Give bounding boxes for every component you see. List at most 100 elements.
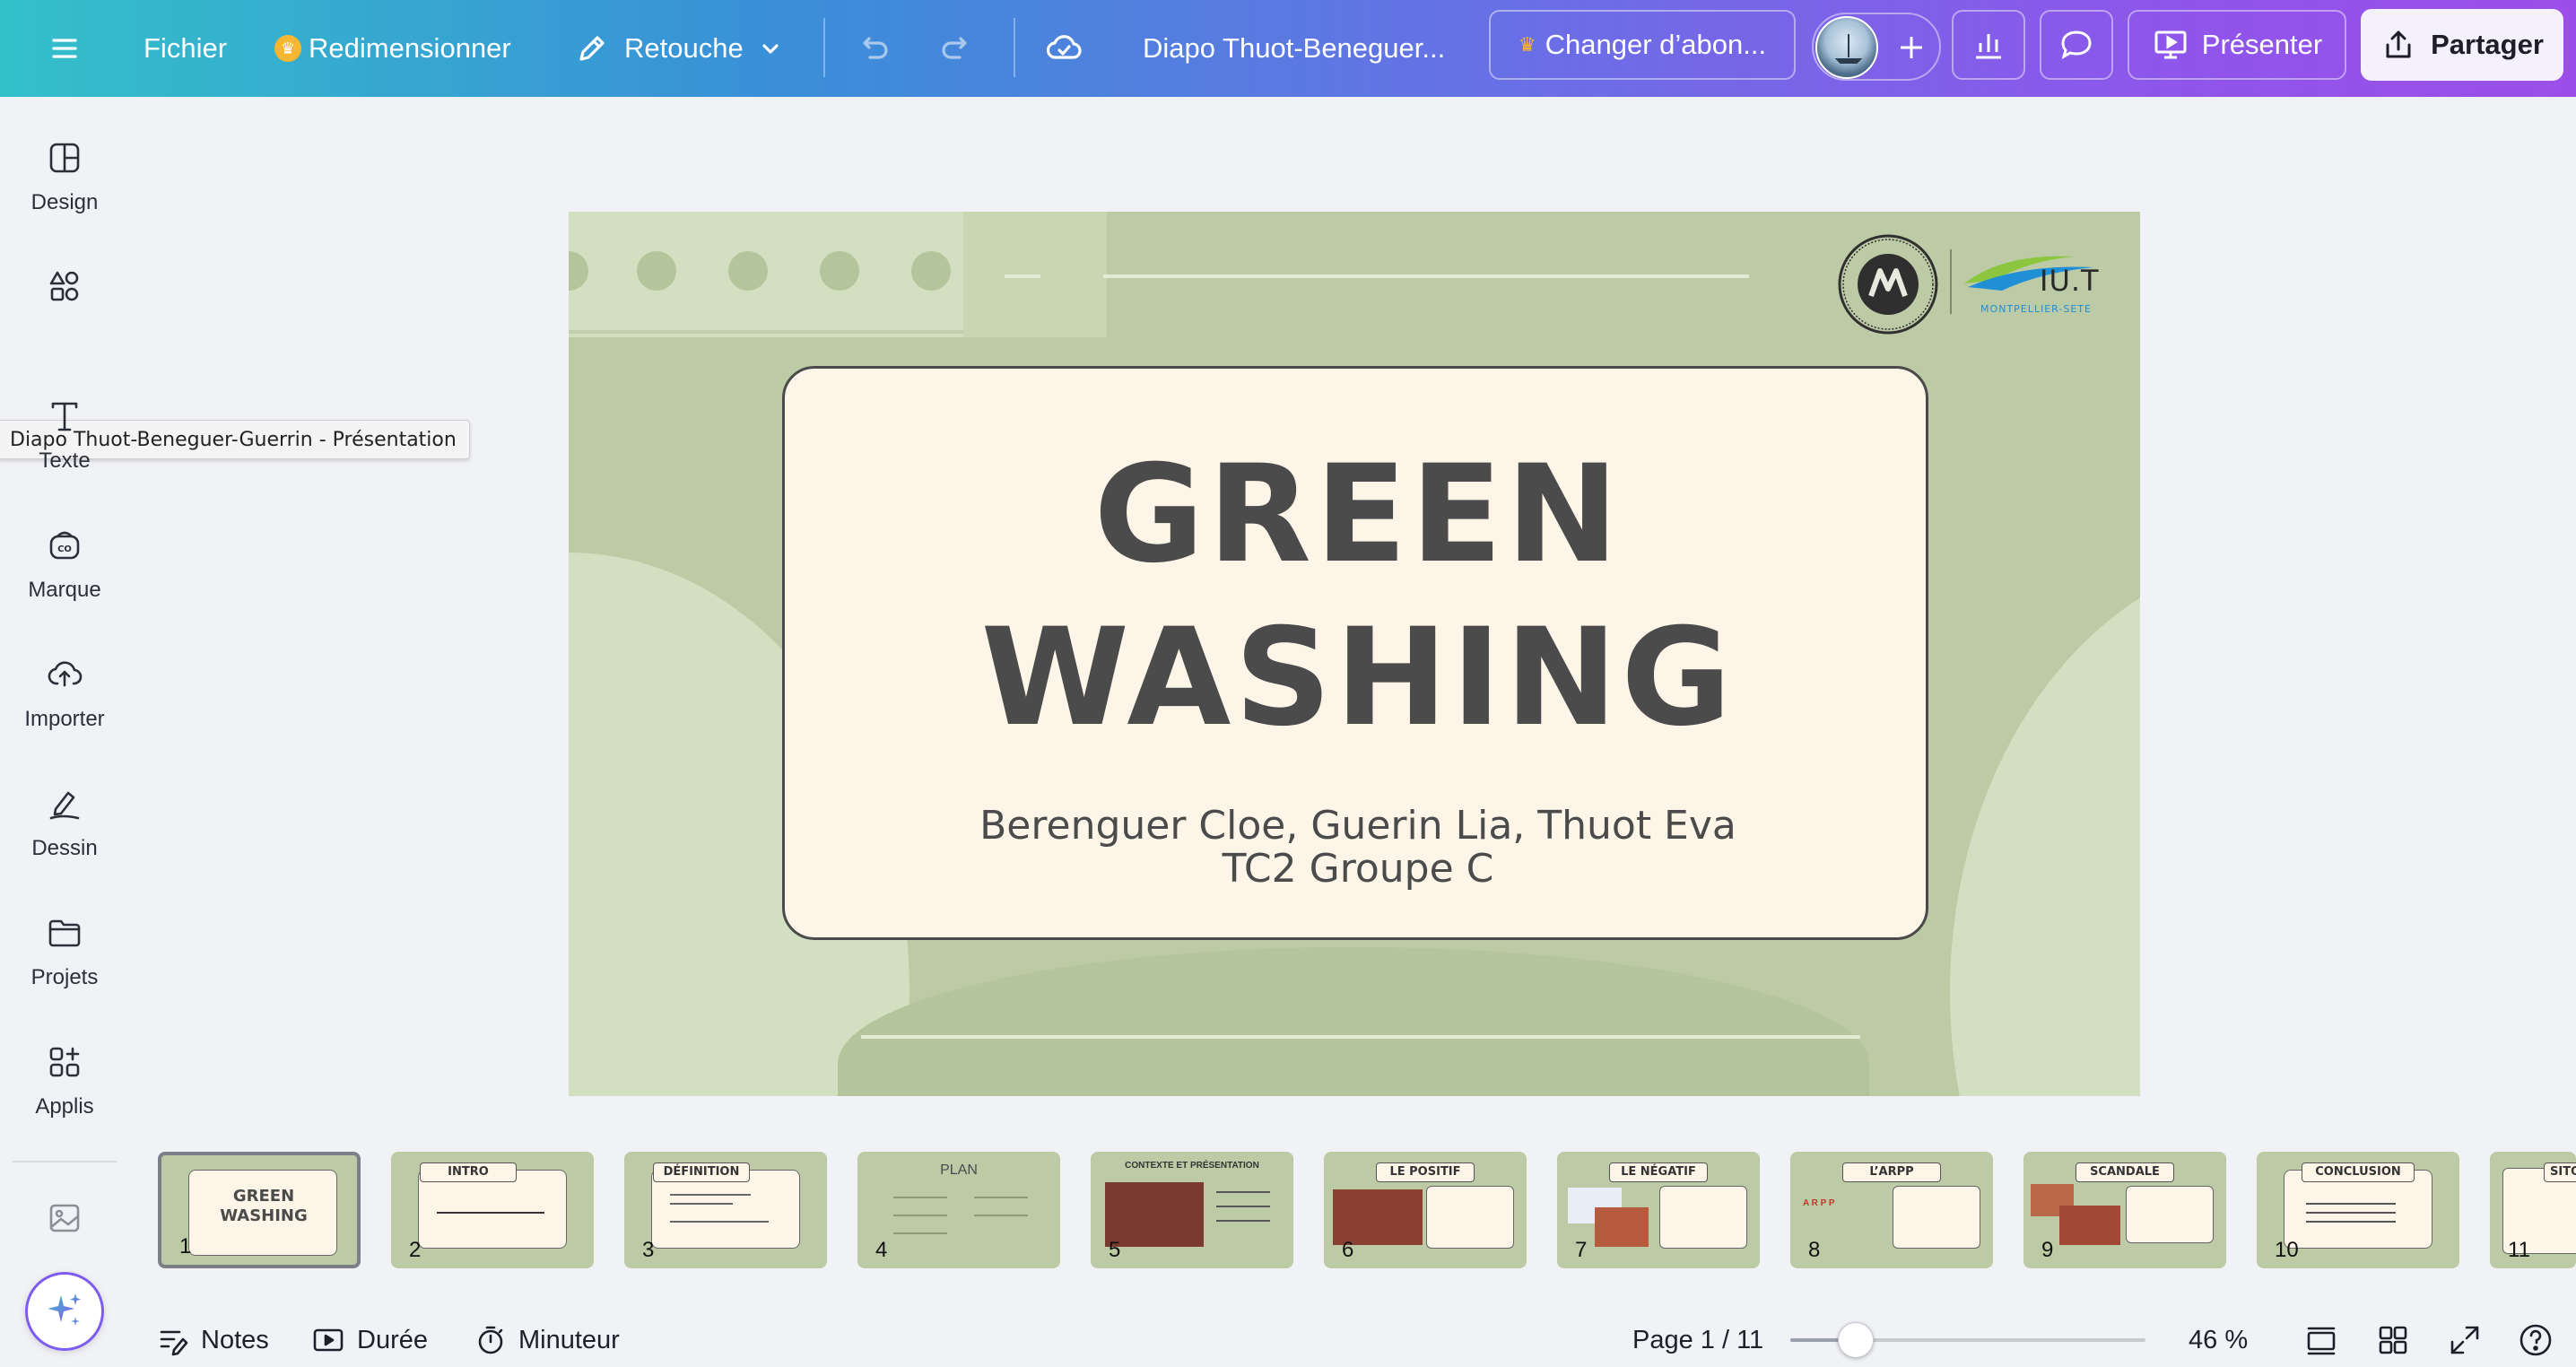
slide-thumbnail[interactable]: SITO 11 <box>2490 1152 2576 1268</box>
document-title[interactable]: Diapo Thuot-Beneguer... <box>1143 0 1445 97</box>
help-button[interactable] <box>2517 1313 2554 1367</box>
zoom-slider-handle[interactable] <box>1837 1322 1874 1358</box>
sidebar-item-label: Importer <box>24 707 105 731</box>
slide-title-line1[interactable]: GREEN <box>785 437 1931 593</box>
slide-decor-arc <box>1950 553 2140 1096</box>
thumb-number: 7 <box>1575 1238 1588 1262</box>
single-page-icon <box>2307 1327 2336 1355</box>
sparkle-icon <box>48 1293 81 1326</box>
thumb-text-line <box>1216 1191 1270 1193</box>
menu-button[interactable] <box>48 0 81 97</box>
sidebar-item-apps[interactable]: Applis <box>0 1042 129 1119</box>
thumb-number: 6 <box>1342 1238 1354 1262</box>
slide-thumbnail[interactable]: CONCLUSION 10 <box>2257 1152 2459 1268</box>
slide-thumbnail[interactable]: GREEN WASHING 1 <box>158 1152 361 1268</box>
share-button[interactable]: Partager <box>2361 9 2563 81</box>
redo-button[interactable] <box>938 0 974 97</box>
thumb-image <box>1595 1207 1649 1247</box>
sidebar-item-brand[interactable]: CO Marque <box>0 526 129 603</box>
duration-button[interactable]: Durée <box>310 1313 428 1367</box>
timer-button[interactable]: Minuteur <box>474 1313 620 1367</box>
crown-icon: ♛ <box>1518 33 1536 56</box>
iut-logo-text: IU.T <box>2040 264 2100 298</box>
thumb-text-line <box>1216 1220 1270 1222</box>
thumb-title: SITO <box>2544 1162 2576 1182</box>
save-status[interactable] <box>1044 0 1083 97</box>
page-view-button[interactable] <box>2303 1313 2339 1367</box>
zoom-level-text: 46 % <box>2189 1325 2249 1354</box>
play-icon <box>313 1328 344 1352</box>
resize-button[interactable]: ♛ Redimensionner <box>274 0 511 97</box>
slide-canvas[interactable]: IU.T MONTPELLIER-SETE GREEN WASHING Bere… <box>569 212 2140 1096</box>
thumb-number: 3 <box>642 1238 655 1262</box>
slide-decor-line <box>1103 274 1749 278</box>
document-title-text: Diapo Thuot-Beneguer... <box>1143 32 1446 64</box>
sidebar-divider <box>13 1161 117 1162</box>
thumb-text-line <box>974 1197 1028 1198</box>
slide-decor-shape <box>838 947 1869 1096</box>
slide-group[interactable]: TC2 Groupe C <box>785 846 1931 892</box>
edit-label: Retouche <box>624 32 744 64</box>
notes-button[interactable]: Notes <box>156 1313 269 1367</box>
sidebar-item-design[interactable]: Design <box>0 138 129 215</box>
fullscreen-button[interactable] <box>2447 1313 2483 1367</box>
page-indicator[interactable]: Page 1 / 11 <box>1632 1313 1763 1367</box>
crown-icon: ♛ <box>274 35 301 62</box>
upgrade-button[interactable]: ♛ Changer d’abon... <box>1489 10 1796 80</box>
slide-thumbnail[interactable]: LE POSITIF 6 <box>1324 1152 1527 1268</box>
undo-button[interactable] <box>856 0 892 97</box>
divider <box>1014 18 1015 77</box>
share-label: Partager <box>2431 29 2544 60</box>
plus-icon <box>1901 37 1922 58</box>
thumb-title: CONCLUSION <box>2302 1162 2415 1182</box>
zoom-slider[interactable] <box>1790 1322 2145 1358</box>
redo-icon <box>942 37 967 59</box>
sidebar-item-projects[interactable]: Projets <box>0 913 129 990</box>
add-collaborator-button[interactable] <box>1885 18 1937 77</box>
thumb-number: 1 <box>179 1234 192 1258</box>
slide-thumbnail[interactable]: CONTEXTE ET PRÉSENTATION 5 <box>1091 1152 1293 1268</box>
slide-thumbnail[interactable]: SCANDALE 9 <box>2023 1152 2226 1268</box>
thumb-text-line <box>670 1221 769 1223</box>
thumb-text-line <box>1216 1206 1270 1207</box>
undo-icon <box>863 37 888 59</box>
slide-thumbnail[interactable]: LE NÉGATIF 7 <box>1557 1152 1760 1268</box>
sidebar-item-label: Texte <box>39 448 91 473</box>
notes-label: Notes <box>201 1325 269 1354</box>
sidebar-item-elements[interactable] <box>0 267 129 319</box>
slide-thumbnail[interactable]: L’ARPP A R P P 8 <box>1790 1152 1993 1268</box>
brand-icon: CO <box>49 531 80 560</box>
comments-button[interactable] <box>2040 10 2113 80</box>
magic-assistant-button[interactable] <box>25 1272 104 1351</box>
slide-authors[interactable]: Berenguer Cloe, Guerin Lia, Thuot Eva <box>785 803 1931 849</box>
upload-cloud-icon <box>48 661 83 687</box>
sidebar-item-photos[interactable] <box>0 1198 129 1250</box>
thumb-number: 11 <box>2508 1238 2530 1262</box>
slide-thumbnail[interactable]: DÉFINITION 3 <box>624 1152 827 1268</box>
sidebar-item-text[interactable]: Texte <box>0 396 129 474</box>
thumb-text-line <box>893 1232 947 1234</box>
sidebar-item-label: Marque <box>28 578 101 602</box>
slide-title-line2[interactable]: WASHING <box>785 600 1931 756</box>
thumb-title: LE NÉGATIF <box>1609 1162 1708 1182</box>
slide-thumbnail[interactable]: INTRO 2 <box>391 1152 594 1268</box>
present-icon <box>2154 30 2187 59</box>
file-menu[interactable]: Fichier <box>144 0 227 97</box>
iut-logo: IU.T MONTPELLIER-SETE <box>1959 248 2113 319</box>
thumb-text-line <box>437 1212 544 1214</box>
slide-thumbnail[interactable]: PLAN 4 <box>857 1152 1060 1268</box>
thumb-title: LE POSITIF <box>1376 1162 1475 1182</box>
thumb-text-line <box>2306 1203 2396 1205</box>
thumb-card <box>1893 1186 1980 1249</box>
sidebar-item-upload[interactable]: Importer <box>0 655 129 732</box>
title-card[interactable]: GREEN WASHING Berenguer Cloe, Guerin Lia… <box>782 366 1928 940</box>
grid-view-button[interactable] <box>2375 1313 2411 1367</box>
edit-menu[interactable]: Retouche <box>574 0 783 97</box>
sidebar-item-draw[interactable]: Dessin <box>0 784 129 861</box>
zoom-level[interactable]: 46 % <box>2189 1313 2248 1367</box>
expand-icon <box>2450 1326 2479 1354</box>
insights-button[interactable] <box>1952 10 2025 80</box>
collaborators <box>1812 13 1941 81</box>
present-button[interactable]: Présenter <box>2128 10 2346 80</box>
avatar[interactable] <box>1815 16 1878 79</box>
